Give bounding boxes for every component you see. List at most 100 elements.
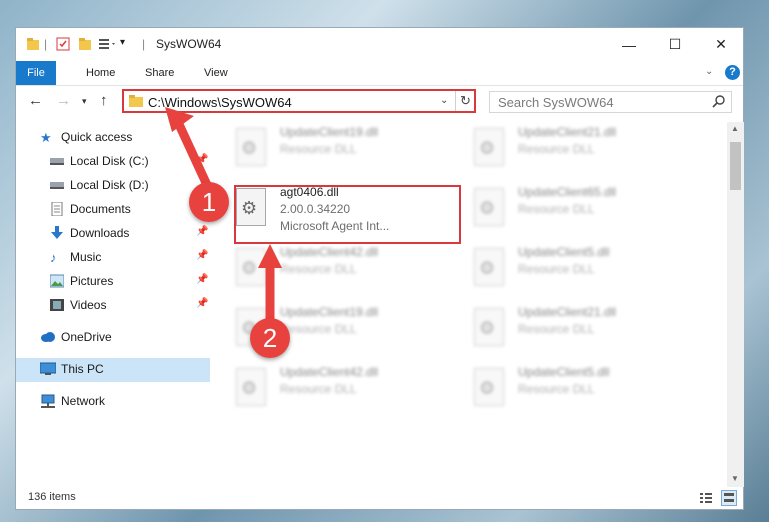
sidebar-item-this-pc[interactable]: This PC xyxy=(16,358,210,382)
pin-icon[interactable]: 📌 xyxy=(196,274,208,285)
dll-file-icon: ⚙ xyxy=(474,248,504,286)
list-item[interactable]: ⚙ UpdateClient21.dll Resource DLL xyxy=(468,302,698,354)
divider xyxy=(455,91,456,111)
search-icon[interactable] xyxy=(712,94,726,111)
file-type: Resource DLL xyxy=(518,202,595,216)
tiles-view-icon[interactable] xyxy=(721,490,737,506)
expand-ribbon-icon[interactable]: ⌄ xyxy=(705,66,713,77)
tab-home[interactable]: Home xyxy=(74,61,127,85)
file-name: UpdateClient19.dll xyxy=(280,125,379,139)
list-item[interactable]: ⚙ UpdateClient19.dll Resource DLL xyxy=(230,122,460,174)
scroll-thumb[interactable] xyxy=(730,142,741,190)
tab-file[interactable]: File xyxy=(16,61,56,85)
back-arrow-icon[interactable]: ← xyxy=(28,92,43,109)
sidebar-item-quick-access[interactable]: ★ Quick access xyxy=(16,126,210,150)
pin-icon[interactable]: 📌 xyxy=(196,226,208,237)
forward-arrow-icon[interactable]: → xyxy=(56,92,71,109)
minimize-button[interactable]: — xyxy=(606,28,652,61)
file-name: UpdateClient65.dll xyxy=(518,185,617,199)
dll-file-icon: ⚙ xyxy=(236,368,266,406)
sidebar-item-local-disk-c[interactable]: Local Disk (C:) 📌 xyxy=(16,150,210,174)
file-highlight-box xyxy=(234,185,461,244)
list-item[interactable]: ⚙ UpdateClient5.dll Resource DLL xyxy=(468,242,698,294)
address-dropdown-icon[interactable]: ⌄ xyxy=(440,95,448,106)
scroll-down-icon[interactable]: ▼ xyxy=(731,474,739,483)
pin-icon[interactable]: 📌 xyxy=(196,298,208,309)
file-type: Resource DLL xyxy=(518,262,595,276)
maximize-button[interactable]: ☐ xyxy=(652,28,698,61)
documents-icon xyxy=(50,201,64,217)
file-type: Resource DLL xyxy=(518,382,595,396)
file-name: UpdateClient21.dll xyxy=(518,125,617,139)
address-bar[interactable]: C:\Windows\SysWOW64 ⌄ ↻ xyxy=(122,89,476,113)
folder-icon xyxy=(129,94,143,111)
recent-locations-icon[interactable]: ▾ xyxy=(82,96,87,107)
ribbon: File Home Share View ⌄ ? xyxy=(16,61,743,86)
sidebar-item-documents[interactable]: Documents 📌 xyxy=(16,198,210,222)
address-row: ← → ▾ ↑ C:\Windows\SysWOW64 ⌄ ↻ Search S… xyxy=(16,86,743,118)
cloud-icon xyxy=(40,330,55,344)
callout-badge-1: 1 xyxy=(189,182,229,222)
sidebar-item-label: Music xyxy=(70,250,102,264)
sidebar-item-label: Documents xyxy=(70,202,131,216)
sidebar-item-local-disk-d[interactable]: Local Disk (D:) xyxy=(16,174,210,198)
list-item[interactable]: ⚙ UpdateClient21.dll Resource DLL xyxy=(468,122,698,174)
new-folder-icon[interactable] xyxy=(78,37,92,54)
sidebar-item-downloads[interactable]: Downloads 📌 xyxy=(16,222,210,246)
dll-file-icon: ⚙ xyxy=(474,128,504,166)
customize-toolbar-icon[interactable]: ▾ xyxy=(120,37,125,48)
file-name: UpdateClient5.dll xyxy=(518,245,610,259)
file-name: UpdateClient42.dll xyxy=(280,245,379,259)
list-item[interactable]: ⚙ UpdateClient42.dll Resource DLL xyxy=(230,362,460,414)
close-button[interactable]: ✕ xyxy=(698,28,744,61)
search-placeholder: Search SysWOW64 xyxy=(498,95,614,110)
scroll-up-icon[interactable]: ▲ xyxy=(731,124,739,133)
tab-share[interactable]: Share xyxy=(133,61,186,85)
file-list: ⚙ UpdateClient19.dll Resource DLL ⚙ Upda… xyxy=(230,122,726,487)
help-icon[interactable]: ? xyxy=(725,65,740,80)
list-item[interactable]: ⚙ UpdateClient5.dll Resource DLL xyxy=(468,362,698,414)
music-icon: ♪ xyxy=(50,250,57,265)
properties-icon[interactable] xyxy=(56,37,70,54)
explorer-window: | ▾ | SysWOW64 — ☐ ✕ File Home Share Vie… xyxy=(15,27,744,510)
separator: | xyxy=(142,37,146,51)
pin-icon[interactable]: 📌 xyxy=(196,250,208,261)
sidebar-item-label: Pictures xyxy=(70,274,114,288)
search-input[interactable]: Search SysWOW64 xyxy=(489,91,732,113)
up-arrow-icon[interactable]: ↑ xyxy=(100,92,108,109)
folder-icon[interactable] xyxy=(26,37,40,54)
sidebar-item-pictures[interactable]: Pictures 📌 xyxy=(16,270,210,294)
file-type: Resource DLL xyxy=(280,142,357,156)
tab-view[interactable]: View xyxy=(192,61,240,85)
separator: | xyxy=(44,37,48,51)
navigation-pane: ★ Quick access Local Disk (C:) 📌 Local D… xyxy=(16,122,210,487)
address-path[interactable]: C:\Windows\SysWOW64 xyxy=(148,95,292,110)
list-item[interactable]: ⚙ UpdateClient65.dll Resource DLL xyxy=(468,182,698,234)
vertical-scrollbar[interactable]: ▲ ▼ xyxy=(727,122,744,487)
status-bar: 136 items xyxy=(16,487,743,511)
dll-file-icon: ⚙ xyxy=(474,308,504,346)
callout-badge-2: 2 xyxy=(250,318,290,358)
dll-file-icon: ⚙ xyxy=(474,368,504,406)
download-icon xyxy=(50,226,64,240)
details-view-icon[interactable] xyxy=(699,491,713,508)
computer-icon xyxy=(39,362,57,376)
sidebar-item-label: Downloads xyxy=(70,226,130,240)
file-name: UpdateClient21.dll xyxy=(518,305,617,319)
view-options-icon[interactable] xyxy=(98,37,118,54)
sidebar-item-label: OneDrive xyxy=(61,330,112,344)
file-name: UpdateClient42.dll xyxy=(280,365,379,379)
list-item[interactable]: ⚙ UpdateClient42.dll Resource DLL xyxy=(230,242,460,294)
pin-icon[interactable]: 📌 xyxy=(196,154,208,165)
sidebar-item-label: Local Disk (D:) xyxy=(70,178,149,192)
sidebar-item-label: Network xyxy=(61,394,106,408)
sidebar-item-onedrive[interactable]: OneDrive xyxy=(16,326,210,350)
sidebar-item-videos[interactable]: Videos 📌 xyxy=(16,294,210,318)
refresh-icon[interactable]: ↻ xyxy=(460,93,471,109)
file-type: Resource DLL xyxy=(518,322,595,336)
sidebar-item-network[interactable]: Network xyxy=(16,390,210,414)
network-icon xyxy=(40,394,55,408)
star-icon: ★ xyxy=(40,130,52,145)
sidebar-item-music[interactable]: ♪ Music 📌 xyxy=(16,246,210,270)
title-bar: | ▾ | SysWOW64 — ☐ ✕ xyxy=(16,28,743,61)
